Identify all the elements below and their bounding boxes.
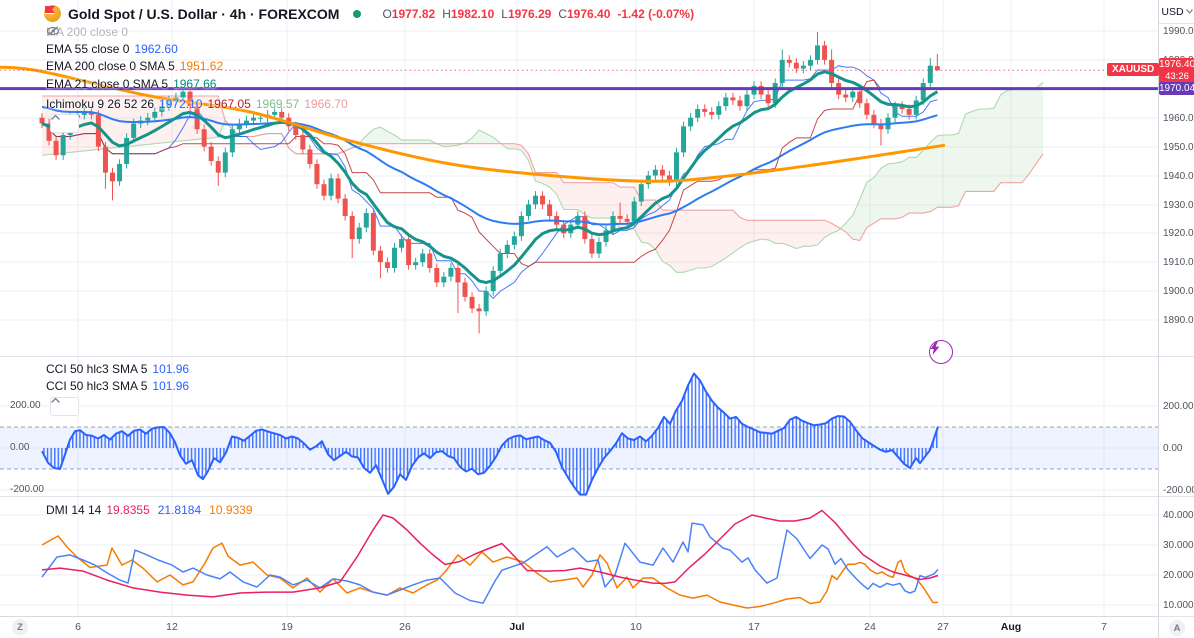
cci-indicator-name: CCI 50 hlc3 SMA 5	[46, 362, 148, 376]
axis-separator	[1159, 356, 1194, 357]
time-tick-label: Jul	[509, 621, 525, 633]
cci-left-scale-label: 0.00	[10, 442, 30, 453]
time-tick-label: 19	[281, 621, 293, 633]
indicator-legend-row[interactable]: Ichimoku 9 26 52 26 1972.10 1967.05 1969.57…	[46, 97, 348, 111]
indicator-value: 1967.66	[173, 77, 217, 91]
indicator-legend-row[interactable]: MA 200 close 0	[46, 25, 133, 39]
cci-pane-collapse-button[interactable]	[50, 397, 79, 416]
indicator-value: 1962.60	[134, 42, 178, 56]
main-price-pane[interactable]: Gold Spot / U.S. Dollar · 4h · FOREXCOM …	[0, 0, 1160, 364]
indicator-value: 1951.62	[179, 59, 224, 73]
cci-legend-row[interactable]: CCI 50 hlc3 SMA 5 101.96	[46, 379, 189, 393]
price-tick-label: 1960.00	[1163, 113, 1194, 124]
price-tick-label: 1920.00	[1163, 228, 1194, 239]
indicator-value: 1967.05	[207, 97, 251, 111]
indicator-legend-row[interactable]: EMA 21 close 0 SMA 5 1967.66	[46, 77, 216, 91]
currency-label: USD	[1161, 5, 1184, 18]
purple-line-price-label: 1970.04	[1159, 82, 1194, 95]
dmi-tick-label: 10.0000	[1163, 600, 1194, 611]
cci-indicator-value: 101.96	[152, 379, 190, 393]
dmi-indicator-value: 10.9339	[209, 503, 253, 517]
dmi-tick-label: 20.0000	[1163, 570, 1194, 581]
open-value: 1977.82	[391, 6, 436, 21]
chart-column: Gold Spot / U.S. Dollar · 4h · FOREXCOM …	[0, 0, 1160, 638]
indicator-legend-row[interactable]: EMA 200 close 0 SMA 5 1951.62	[46, 59, 223, 73]
price-tick-label: 1890.00	[1163, 315, 1194, 326]
indicator-legend-row[interactable]: EMA 55 close 0 1962.60	[46, 42, 178, 56]
high-value: 1982.10	[450, 6, 495, 21]
timezone-button[interactable]: Z	[12, 619, 28, 635]
indicator-name: Ichimoku 9 26 52 26	[46, 97, 155, 111]
time-tick-label: 6	[75, 621, 81, 633]
cci-tick-label: -200.00	[1163, 485, 1194, 496]
indicator-name: EMA 21 close 0 SMA 5	[46, 77, 169, 91]
price-tick-label: 1930.00	[1163, 200, 1194, 211]
price-tick-label: 1910.00	[1163, 257, 1194, 268]
time-tick-label: 7	[1101, 621, 1107, 633]
low-value: 1976.29	[507, 6, 552, 21]
dmi-legend-values: 19.8355 21.8184 10.9339	[106, 503, 252, 517]
cci-left-scale-label: 200.00	[10, 400, 41, 411]
cci-indicator-name: CCI 50 hlc3 SMA 5	[46, 379, 148, 393]
lightning-icon	[930, 341, 940, 355]
main-pane-collapse-button[interactable]	[50, 114, 79, 133]
time-tick-label: 24	[864, 621, 876, 633]
time-tick-label: Aug	[1000, 621, 1022, 633]
dmi-indicator-value: 21.8184	[157, 503, 202, 517]
time-tick-label: 17	[748, 621, 760, 633]
price-tick-label: 1940.00	[1163, 171, 1194, 182]
time-axis[interactable]: Z 6 12 19 26 Jul 10 17 24 27 Aug 7	[0, 616, 1158, 637]
price-tick-label: 1900.00	[1163, 286, 1194, 297]
symbol-title[interactable]: Gold Spot / U.S. Dollar · 4h · FOREXCOM	[68, 6, 339, 22]
time-tick-label: 26	[399, 621, 411, 633]
dmi-indicator-pane[interactable]: DMI 14 14 19.8355 21.8184 10.9339	[0, 497, 1158, 616]
instant-trade-lightning-button[interactable]	[929, 340, 953, 364]
indicator-name: EMA 55 close 0	[46, 42, 130, 56]
price-axis-column[interactable]: USD 1990.001980.001960.001950.001940.001…	[1158, 0, 1194, 638]
indicator-value: 1969.57	[255, 97, 300, 111]
adjust-scale-button[interactable]: A	[1169, 620, 1185, 636]
symbol-header[interactable]: Gold Spot / U.S. Dollar · 4h · FOREXCOM …	[44, 5, 694, 22]
axis-separator	[1159, 496, 1194, 497]
cci-tick-label: 200.00	[1163, 401, 1194, 412]
market-status-dot[interactable]	[353, 9, 362, 18]
cci-left-scale-label: -200.00	[10, 484, 44, 495]
dmi-legend-name: DMI 14 14	[46, 503, 102, 517]
time-tick-label: 12	[166, 621, 178, 633]
change-value: -1.42 (-0.07%)	[617, 6, 695, 21]
indicator-value: 1972.10	[159, 97, 203, 111]
last-price-value: 1976.40	[1159, 59, 1194, 70]
cci-indicator-value: 101.96	[152, 362, 190, 376]
close-value: 1976.40	[567, 6, 611, 21]
chevron-down-icon	[1185, 9, 1193, 14]
ohlc-readout: O1977.82 H1982.10 L1976.29 C1976.40 -1.4…	[382, 6, 695, 21]
indicator-value: 1966.70	[304, 97, 348, 111]
dmi-tick-label: 30.0000	[1163, 540, 1194, 551]
dmi-tick-label: 40.0000	[1163, 510, 1194, 521]
cci-legend-row[interactable]: CCI 50 hlc3 SMA 5 101.96	[46, 362, 189, 376]
price-tick-label: 1990.00	[1163, 26, 1194, 37]
currency-dropdown[interactable]: USD	[1159, 0, 1194, 24]
symbol-price-tag: XAUUSD	[1107, 63, 1160, 76]
time-tick-label: 27	[937, 621, 949, 633]
cci-indicator-pane[interactable]: CCI 50 hlc3 SMA 5 101.96 CCI 50 hlc3 SMA 5…	[0, 357, 1158, 496]
tradingview-chart-app: Gold Spot / U.S. Dollar · 4h · FOREXCOM …	[0, 0, 1194, 638]
indicator-name: EMA 200 close 0 SMA 5	[46, 59, 175, 73]
dmi-legend-row[interactable]: DMI 14 14 19.8355 21.8184 10.9339	[46, 503, 253, 517]
dmi-indicator-value: 19.8355	[106, 503, 150, 517]
cci-chart-canvas[interactable]	[0, 357, 1158, 496]
price-tick-label: 1950.00	[1163, 142, 1194, 153]
cci-tick-label: 0.00	[1163, 443, 1183, 454]
last-price-label: 1976.40 43:26	[1159, 58, 1194, 84]
time-tick-label: 10	[630, 621, 642, 633]
axis-separator	[1159, 616, 1194, 617]
